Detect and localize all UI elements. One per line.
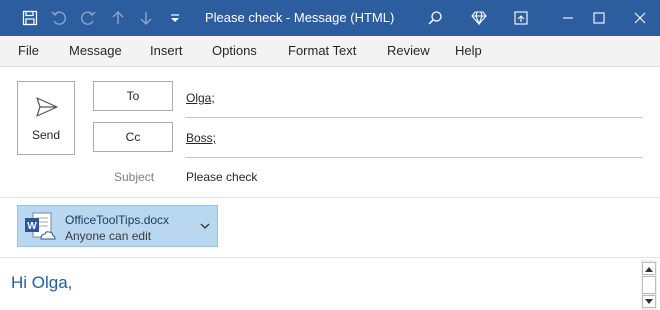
minimize-icon[interactable]	[553, 0, 583, 36]
send-label: Send	[31, 128, 61, 142]
menu-options[interactable]: Options	[212, 36, 257, 66]
menu-bar: File Message Insert Options Format Text …	[0, 36, 660, 67]
attachment-chip[interactable]: W OfficeToolTips.docx Anyone can edit	[17, 205, 218, 247]
vertical-scrollbar[interactable]	[641, 260, 657, 310]
window-title: Please check - Message (HTML)	[205, 10, 395, 25]
to-recipient[interactable]: Olga;	[186, 91, 215, 105]
close-icon[interactable]	[625, 0, 655, 36]
save-icon[interactable]	[15, 0, 45, 36]
subject-input[interactable]: Please check	[186, 170, 257, 184]
message-body[interactable]: Hi Olga,	[11, 273, 72, 293]
menu-insert[interactable]: Insert	[150, 36, 183, 66]
cc-recipient[interactable]: Boss;	[186, 131, 216, 145]
scroll-up-button[interactable]	[642, 262, 656, 275]
svg-text:W: W	[27, 221, 37, 232]
menu-file[interactable]: File	[18, 36, 39, 66]
header-divider	[0, 197, 660, 198]
cc-field-underline	[185, 157, 643, 158]
menu-message[interactable]: Message	[69, 36, 122, 66]
chevron-down-icon[interactable]	[199, 221, 211, 231]
scroll-down-button[interactable]	[642, 295, 656, 308]
to-field-underline	[185, 117, 643, 118]
scroll-up-arrow-icon	[645, 266, 653, 272]
undo-icon[interactable]	[44, 0, 74, 36]
scroll-down-arrow-icon	[645, 298, 653, 304]
attachment-divider	[0, 257, 660, 258]
attachment-permission: Anyone can edit	[65, 229, 152, 243]
maximize-icon[interactable]	[584, 0, 614, 36]
menu-review[interactable]: Review	[387, 36, 430, 66]
down-arrow-icon[interactable]	[131, 0, 161, 36]
send-icon	[36, 97, 58, 117]
cc-button[interactable]: Cc	[93, 122, 173, 152]
scroll-thumb[interactable]	[642, 276, 656, 294]
diamond-icon[interactable]	[464, 0, 494, 36]
menu-format-text[interactable]: Format Text	[288, 36, 356, 66]
attachment-name: OfficeToolTips.docx	[65, 213, 170, 227]
menu-help[interactable]: Help	[455, 36, 482, 66]
send-button[interactable]: Send	[17, 81, 75, 155]
subject-label: Subject	[114, 170, 155, 184]
title-bar: Please check - Message (HTML)	[0, 0, 660, 36]
redo-icon[interactable]	[73, 0, 103, 36]
customize-icon[interactable]	[160, 0, 190, 36]
to-button[interactable]: To	[93, 81, 173, 111]
restore-ribbon-icon[interactable]	[506, 0, 536, 36]
search-icon[interactable]	[420, 0, 450, 36]
up-arrow-icon[interactable]	[103, 0, 133, 36]
word-document-icon: W	[25, 212, 56, 240]
